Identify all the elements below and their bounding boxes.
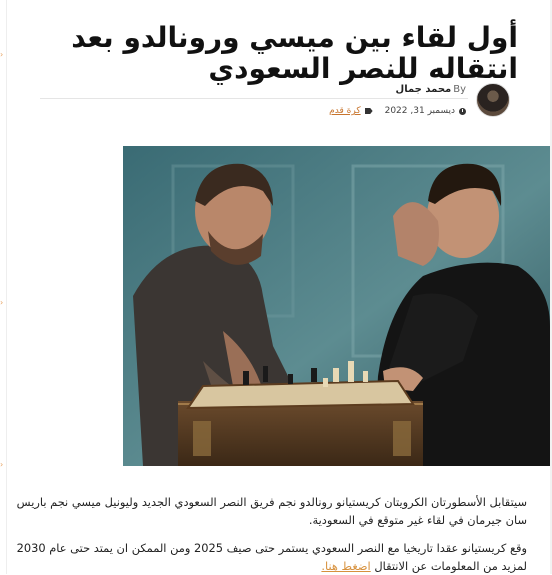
author-prefix: By [453, 84, 466, 95]
article-paragraph-1: سيتقابل الأسطورتان الكرويتان كريستيانو ر… [16, 495, 527, 528]
featured-image [123, 146, 550, 466]
paragraph-2-text: وقع كريستيانو عقدا تاريخيا مع النصر السع… [16, 541, 527, 574]
article-title: أول لقاء بين ميسي ورونالدو بعد انتقاله ل… [71, 20, 518, 85]
post-date: ديسمبر 31, 2022 [384, 106, 455, 116]
category-link[interactable]: كرة قدم [329, 106, 360, 116]
edge-marker: › [0, 50, 4, 59]
more-info-link[interactable]: اضغط هنا. [321, 559, 370, 573]
edge-marker: › [0, 460, 4, 469]
tag-icon [364, 108, 373, 114]
author-line: Byمحمد جمال [396, 84, 466, 95]
article-page: › › › أول لقاء بين ميسي ورونالدو بعد انت… [0, 0, 552, 574]
edge-marker: › [0, 298, 4, 307]
post-details: ديسمبر 31, 2022 كرة قدم [329, 106, 466, 116]
article-paragraph-2: وقع كريستيانو عقدا تاريخيا مع النصر السع… [12, 539, 527, 575]
clock-icon [459, 107, 466, 115]
author-avatar[interactable] [476, 83, 510, 117]
meta-divider [40, 98, 468, 99]
author-name[interactable]: محمد جمال [396, 84, 452, 95]
left-edge-bar [0, 0, 7, 574]
